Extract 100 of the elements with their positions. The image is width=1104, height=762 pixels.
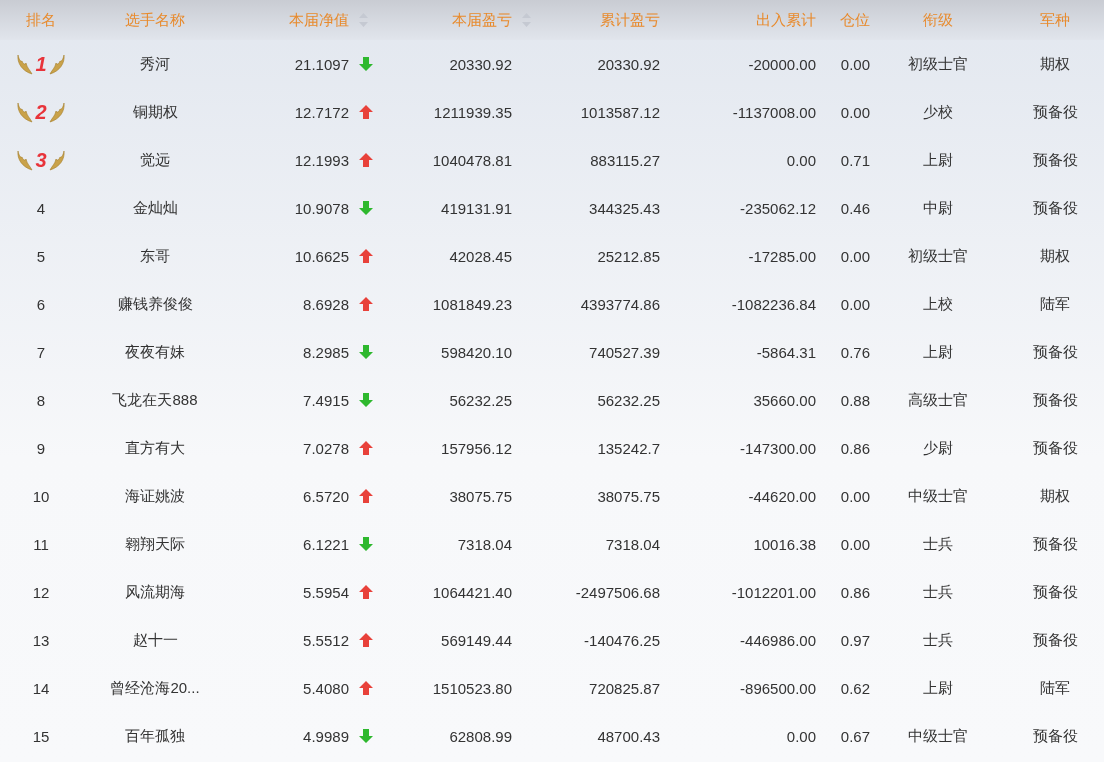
table-cell: 20330.92 <box>449 55 512 73</box>
player-name[interactable]: 百年孤独 <box>125 726 185 746</box>
table-cell: 期权 <box>1040 486 1070 506</box>
rank-number: 8 <box>36 391 46 409</box>
net-value: 7.0278 <box>303 439 349 457</box>
rank-number: 4 <box>36 199 46 217</box>
net-value: 10.9078 <box>294 199 349 217</box>
table-cell: 陆军 <box>1040 678 1070 698</box>
table-cell: 预备役 <box>1032 534 1078 554</box>
table-cell: 中级士官 <box>908 726 968 746</box>
wing-icon <box>48 101 65 123</box>
table-cell: 士兵 <box>923 582 953 602</box>
table-cell: 期权 <box>1040 246 1070 266</box>
table-cell: 预备役 <box>1032 438 1078 458</box>
table-cell: 预备役 <box>1032 102 1078 122</box>
player-name[interactable]: 赚钱养俊俊 <box>117 294 193 314</box>
table-cell: 20330.92 <box>597 55 660 73</box>
net-value: 10.6625 <box>294 247 349 265</box>
table-cell: 预备役 <box>1032 582 1078 602</box>
net-value: 5.5512 <box>303 631 349 649</box>
table-cell: 740527.39 <box>589 343 660 361</box>
wing-icon <box>48 53 65 75</box>
rank-number: 1 <box>35 52 47 76</box>
table-cell: 初级士官 <box>908 54 968 74</box>
table-cell: 0.00 <box>840 295 870 313</box>
wing-icon <box>48 149 65 171</box>
player-name[interactable]: 东哥 <box>140 246 170 266</box>
table-cell: -1012201.00 <box>731 583 816 601</box>
rank-number: 7 <box>36 343 46 361</box>
player-name[interactable]: 翱翔天际 <box>125 534 185 554</box>
table-cell: -896500.00 <box>740 679 816 697</box>
table-cell: 预备役 <box>1032 198 1078 218</box>
table-cell: 上尉 <box>923 342 953 362</box>
table-cell: 0.00 <box>786 727 816 745</box>
player-name[interactable]: 赵十一 <box>132 630 178 650</box>
net-value: 7.4915 <box>303 391 349 409</box>
rank-number: 13 <box>32 631 50 649</box>
table-cell: 7318.04 <box>457 535 512 553</box>
table-cell: 157956.12 <box>441 439 512 457</box>
table-cell: 0.00 <box>840 103 870 121</box>
table-cell: -2497506.68 <box>575 583 660 601</box>
table-cell: -1082236.84 <box>731 295 816 313</box>
table-cell: -446986.00 <box>740 631 816 649</box>
player-name[interactable]: 海证姚波 <box>125 486 185 506</box>
table-cell: -5864.31 <box>756 343 816 361</box>
table-cell: 少校 <box>923 102 953 122</box>
player-name[interactable]: 觉远 <box>140 150 170 170</box>
player-name[interactable]: 风流期海 <box>125 582 185 602</box>
table-cell: 上校 <box>923 294 953 314</box>
net-value: 8.2985 <box>303 343 349 361</box>
table-cell: 上尉 <box>923 678 953 698</box>
table-cell: 0.00 <box>840 247 870 265</box>
table-cell: 0.88 <box>840 391 870 409</box>
table-cell: -147300.00 <box>740 439 816 457</box>
wing-icon <box>17 101 34 123</box>
table-cell: -20000.00 <box>748 55 816 73</box>
table-cell: -44620.00 <box>748 487 816 505</box>
table-cell: 预备役 <box>1032 150 1078 170</box>
rank-number: 9 <box>36 439 46 457</box>
table-cell: 48700.43 <box>597 727 660 745</box>
table-cell: 419131.91 <box>441 199 512 217</box>
net-value: 6.5720 <box>303 487 349 505</box>
table-cell: 62808.99 <box>449 727 512 745</box>
table-cell: 上尉 <box>923 150 953 170</box>
table-cell: 高级士官 <box>908 390 968 410</box>
table-cell: 598420.10 <box>441 343 512 361</box>
table-cell: 预备役 <box>1032 630 1078 650</box>
table-cell: 38075.75 <box>597 487 660 505</box>
table-cell: 1211939.35 <box>433 103 512 121</box>
wing-icon <box>17 53 34 75</box>
table-cell: 569149.44 <box>441 631 512 649</box>
player-name[interactable]: 夜夜有妹 <box>125 342 185 362</box>
table-cell: 0.00 <box>786 151 816 169</box>
net-value: 5.4080 <box>303 679 349 697</box>
table-cell: 期权 <box>1040 54 1070 74</box>
rank-number: 14 <box>32 679 50 697</box>
player-name[interactable]: 直方有大 <box>125 438 185 458</box>
table-cell: 0.46 <box>840 199 870 217</box>
table-cell: 0.00 <box>840 487 870 505</box>
rank-number: 6 <box>36 295 46 313</box>
table-cell: -1137008.00 <box>732 103 816 121</box>
rank-number: 11 <box>33 535 49 553</box>
player-name[interactable]: 金灿灿 <box>132 198 178 218</box>
table-cell: -140476.25 <box>584 631 660 649</box>
table-cell: 1040478.81 <box>432 151 512 169</box>
table-cell: 42028.45 <box>449 247 512 265</box>
table-cell: 0.97 <box>840 631 870 649</box>
player-name[interactable]: 飞龙在天888 <box>112 390 198 410</box>
net-value: 12.7172 <box>294 103 349 121</box>
table-cell: 0.76 <box>840 343 870 361</box>
table-cell: 344325.43 <box>589 199 660 217</box>
player-name[interactable]: 秀河 <box>140 54 170 74</box>
player-name[interactable]: 曾经沧海20... <box>110 678 200 698</box>
net-value: 8.6928 <box>303 295 349 313</box>
table-cell: 0.86 <box>840 439 870 457</box>
rank-number: 2 <box>35 100 47 124</box>
table-cell: 少尉 <box>923 438 953 458</box>
net-value: 5.5954 <box>303 583 349 601</box>
table-cell: 35660.00 <box>753 391 816 409</box>
player-name[interactable]: 铜期权 <box>132 102 178 122</box>
